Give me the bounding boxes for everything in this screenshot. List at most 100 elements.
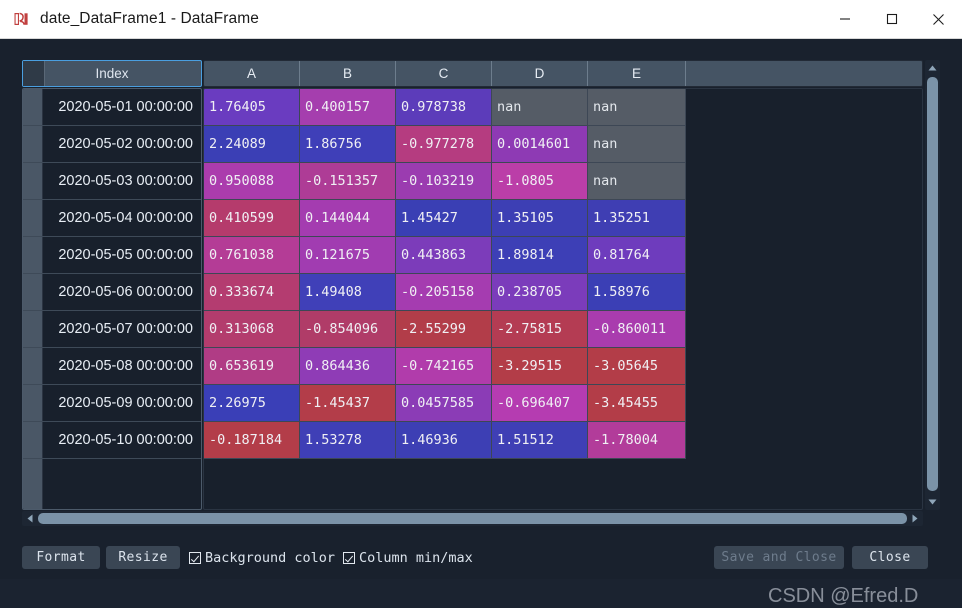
row-selector-gutter[interactable]: [23, 89, 43, 125]
table-cell[interactable]: 0.400157: [300, 89, 396, 126]
index-column[interactable]: 2020-05-01 00:00:00 2020-05-02 00:00:00 20…: [22, 88, 202, 510]
index-row[interactable]: 2020-05-04 00:00:00: [23, 200, 201, 237]
close-button[interactable]: [915, 0, 962, 39]
table-cell[interactable]: 0.950088: [204, 163, 300, 200]
table-cell[interactable]: 2.24089: [204, 126, 300, 163]
table-cell[interactable]: 1.46936: [396, 422, 492, 459]
row-selector-gutter[interactable]: [23, 126, 43, 162]
row-selector-gutter[interactable]: [23, 422, 43, 458]
column-minmax-checkbox[interactable]: Column min/max: [343, 546, 473, 569]
maximize-button[interactable]: [868, 0, 915, 39]
table-cell[interactable]: 1.49408: [300, 274, 396, 311]
table-cell[interactable]: 1.35251: [588, 200, 686, 237]
column-header-b[interactable]: B: [300, 61, 396, 86]
table-cell[interactable]: -1.0805: [492, 163, 588, 200]
index-row[interactable]: 2020-05-07 00:00:00: [23, 311, 201, 348]
table-cell[interactable]: -3.29515: [492, 348, 588, 385]
table-cell[interactable]: -2.55299: [396, 311, 492, 348]
table-cell[interactable]: 0.978738: [396, 89, 492, 126]
format-button[interactable]: Format: [22, 546, 100, 569]
table-cell[interactable]: 0.81764: [588, 237, 686, 274]
index-row[interactable]: 2020-05-05 00:00:00: [23, 237, 201, 274]
row-filler: [686, 274, 922, 311]
table-cell[interactable]: -3.05645: [588, 348, 686, 385]
table-cell[interactable]: 1.76405: [204, 89, 300, 126]
checkbox-checked-icon[interactable]: [343, 551, 355, 564]
table-cell[interactable]: 1.86756: [300, 126, 396, 163]
vertical-scrollbar[interactable]: [925, 60, 940, 510]
table-cell[interactable]: 1.89814: [492, 237, 588, 274]
column-header-c[interactable]: C: [396, 61, 492, 86]
table-cell[interactable]: -2.75815: [492, 311, 588, 348]
table-cell[interactable]: 0.653619: [204, 348, 300, 385]
column-header-e[interactable]: E: [588, 61, 686, 86]
table-cell[interactable]: 2.26975: [204, 385, 300, 422]
table-cell[interactable]: 1.35105: [492, 200, 588, 237]
table-cell[interactable]: 0.410599: [204, 200, 300, 237]
table-cell[interactable]: -0.977278: [396, 126, 492, 163]
table-cell[interactable]: 0.443863: [396, 237, 492, 274]
table-cell[interactable]: -1.45437: [300, 385, 396, 422]
table-cell[interactable]: 1.53278: [300, 422, 396, 459]
index-column-header[interactable]: Index: [22, 60, 202, 87]
table-cell[interactable]: nan: [588, 89, 686, 126]
close-dialog-button[interactable]: Close: [852, 546, 928, 569]
table-cell[interactable]: -0.205158: [396, 274, 492, 311]
scroll-up-arrow-icon[interactable]: [925, 62, 940, 74]
row-selector-gutter[interactable]: [23, 237, 43, 273]
vertical-scrollbar-thumb[interactable]: [927, 77, 938, 491]
table-cell[interactable]: 0.0457585: [396, 385, 492, 422]
column-header-d[interactable]: D: [492, 61, 588, 86]
table-cell[interactable]: -0.860011: [588, 311, 686, 348]
scroll-down-arrow-icon[interactable]: [925, 496, 940, 508]
index-row[interactable]: 2020-05-06 00:00:00: [23, 274, 201, 311]
row-selector-gutter[interactable]: [23, 200, 43, 236]
table-cell[interactable]: 0.761038: [204, 237, 300, 274]
table-cell[interactable]: -0.103219: [396, 163, 492, 200]
background-color-checkbox[interactable]: Background color: [189, 546, 335, 569]
table-cell[interactable]: -0.742165: [396, 348, 492, 385]
table-cell[interactable]: nan: [588, 163, 686, 200]
minimize-button[interactable]: [821, 0, 868, 39]
table-cell[interactable]: -0.151357: [300, 163, 396, 200]
table-cell[interactable]: nan: [492, 89, 588, 126]
row-selector-gutter[interactable]: [23, 385, 43, 421]
table-cell[interactable]: -0.696407: [492, 385, 588, 422]
index-row[interactable]: 2020-05-08 00:00:00: [23, 348, 201, 385]
row-selector-gutter[interactable]: [23, 311, 43, 347]
scroll-left-arrow-icon[interactable]: [24, 511, 36, 526]
index-row[interactable]: 2020-05-01 00:00:00: [23, 89, 201, 126]
horizontal-scrollbar[interactable]: [22, 511, 923, 526]
table-cell[interactable]: 1.51512: [492, 422, 588, 459]
index-row[interactable]: 2020-05-09 00:00:00: [23, 385, 201, 422]
column-header-a[interactable]: A: [204, 61, 300, 86]
row-filler: [686, 163, 922, 200]
table-cell[interactable]: 1.58976: [588, 274, 686, 311]
table-cell[interactable]: 0.333674: [204, 274, 300, 311]
table-cell[interactable]: 1.45427: [396, 200, 492, 237]
corner-select-all-cell[interactable]: [23, 61, 45, 86]
row-selector-gutter[interactable]: [23, 163, 43, 199]
table-cell[interactable]: -3.45455: [588, 385, 686, 422]
table-cell[interactable]: -0.854096: [300, 311, 396, 348]
table-cell[interactable]: 0.144044: [300, 200, 396, 237]
scroll-right-arrow-icon[interactable]: [909, 511, 921, 526]
table-cell[interactable]: 0.864436: [300, 348, 396, 385]
table-cell[interactable]: 0.121675: [300, 237, 396, 274]
index-row[interactable]: 2020-05-03 00:00:00: [23, 163, 201, 200]
resize-button[interactable]: Resize: [106, 546, 180, 569]
table-cell[interactable]: -1.78004: [588, 422, 686, 459]
index-row[interactable]: 2020-05-02 00:00:00: [23, 126, 201, 163]
row-selector-gutter[interactable]: [23, 348, 43, 384]
checkbox-checked-icon[interactable]: [189, 551, 201, 564]
table-cell[interactable]: -0.187184: [204, 422, 300, 459]
horizontal-scrollbar-thumb[interactable]: [38, 513, 907, 524]
table-cell[interactable]: 0.238705: [492, 274, 588, 311]
data-grid[interactable]: 1.76405 0.400157 0.978738 nan nan 2.24089 1.86…: [203, 88, 923, 510]
table-cell[interactable]: 0.0014601: [492, 126, 588, 163]
index-row[interactable]: 2020-05-10 00:00:00: [23, 422, 201, 459]
save-and-close-button[interactable]: Save and Close: [714, 546, 844, 569]
table-cell[interactable]: nan: [588, 126, 686, 163]
table-cell[interactable]: 0.313068: [204, 311, 300, 348]
row-selector-gutter[interactable]: [23, 274, 43, 310]
